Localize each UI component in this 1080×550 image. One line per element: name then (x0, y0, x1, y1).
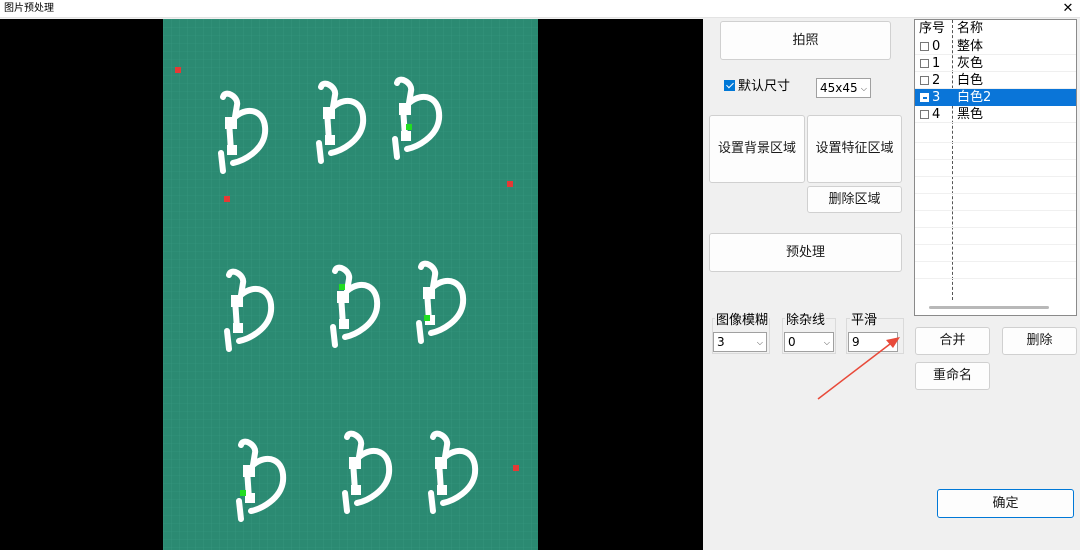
annotation-arrow (817, 337, 900, 400)
